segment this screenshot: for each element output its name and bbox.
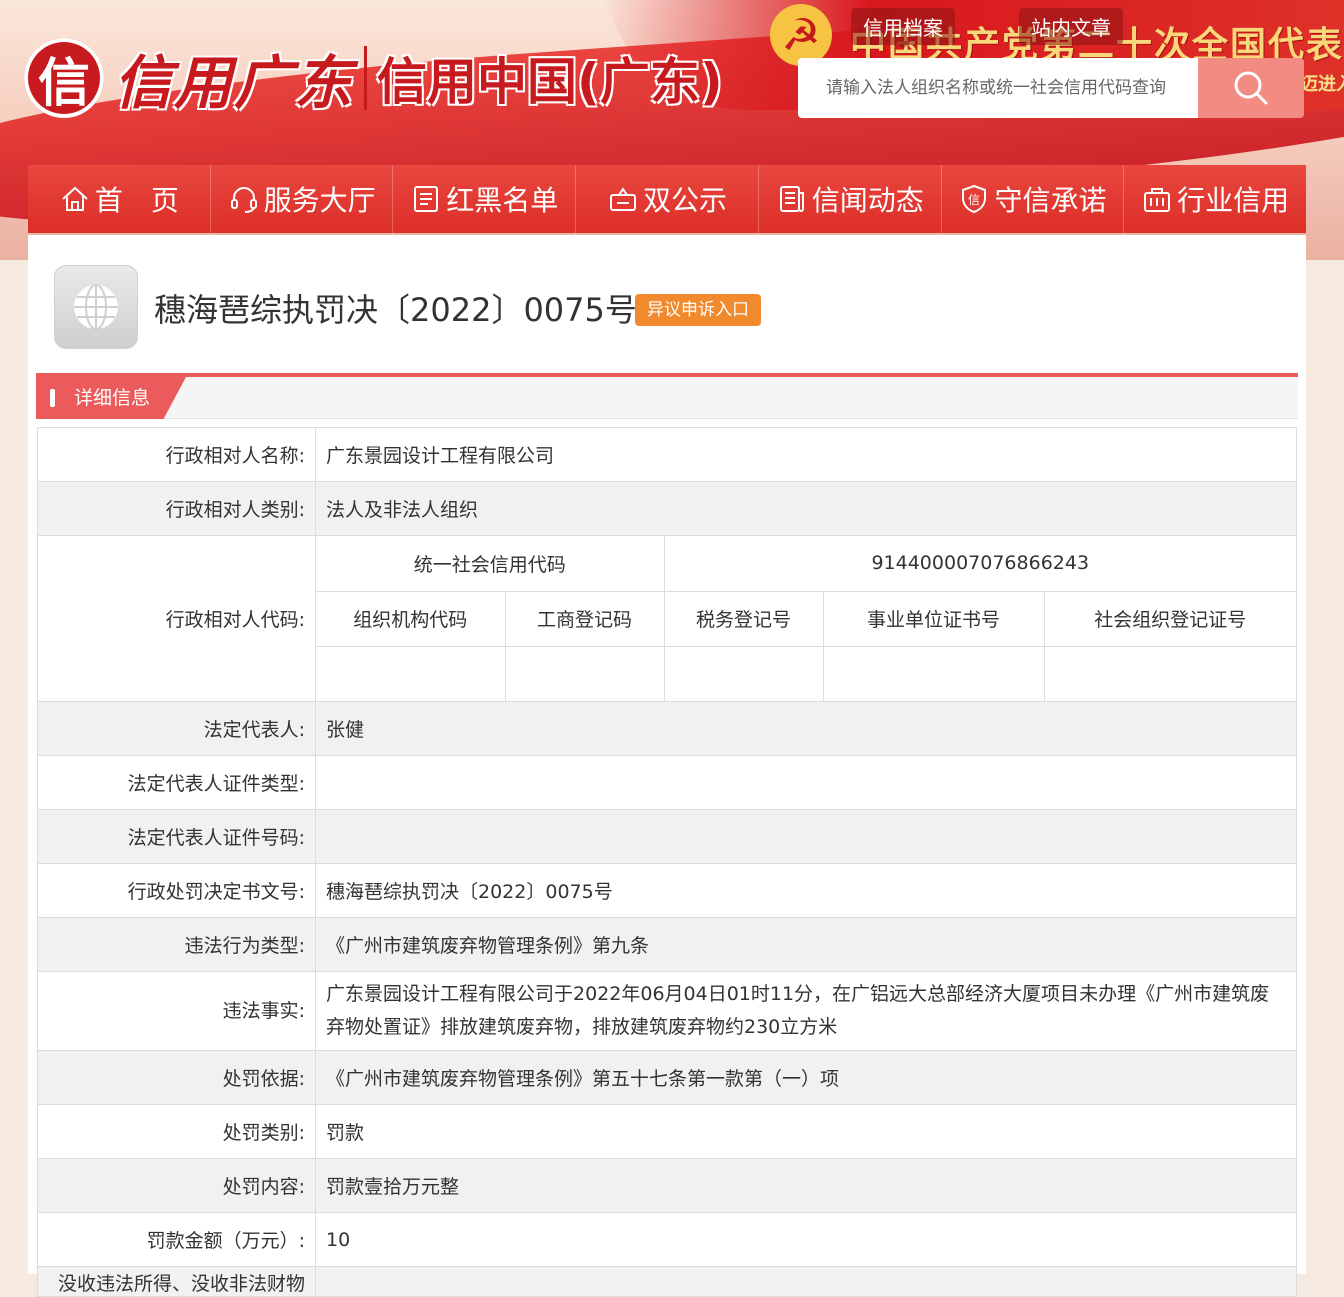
nav-item-label: 红黑名单 bbox=[446, 184, 559, 217]
business-reg-value bbox=[504, 646, 665, 701]
nav-item-label: 信闻动态 bbox=[811, 184, 924, 217]
uscc-label: 统一社会信用代码 bbox=[316, 536, 665, 592]
logo-text-xinyong-guangdong: 信用广东 bbox=[114, 49, 355, 117]
institution-cert-value bbox=[822, 646, 1045, 701]
table-row: 处罚内容: 罚款壹拾万元整 bbox=[37, 1158, 1297, 1213]
briefcase-icon bbox=[610, 187, 636, 211]
nav-item-label: 守信承诺 bbox=[994, 184, 1107, 217]
field-label: 法定代表人: bbox=[37, 701, 316, 756]
nav-item-industry-credit[interactable]: 行业信用 bbox=[1124, 165, 1306, 233]
nav-item-label: 首 页 bbox=[94, 184, 179, 217]
logo-mark-icon: 信 bbox=[24, 38, 104, 118]
field-value-name: 广东景园设计工程有限公司 bbox=[315, 427, 1297, 482]
search-input[interactable] bbox=[798, 58, 1198, 118]
table-row: 处罚依据: 《广州市建筑废弃物管理条例》第五十七条第一款第（一）项 bbox=[37, 1050, 1297, 1105]
page-title: 穗海琶综执罚决〔2022〕0075号 bbox=[154, 291, 637, 329]
field-value-legal-rep-id-type bbox=[315, 755, 1297, 810]
field-label: 行政处罚决定书文号: bbox=[37, 863, 316, 918]
table-row: 没收违法所得、没收非法财物 bbox=[37, 1266, 1297, 1297]
headset-icon bbox=[230, 187, 257, 213]
table-row: 行政处罚决定书文号: 穗海琶综执罚决〔2022〕0075号 bbox=[37, 863, 1297, 918]
site-logo[interactable]: 信 信用广东 信用中国(广东) bbox=[24, 28, 723, 128]
org-code-label: 组织机构代码 bbox=[316, 591, 506, 647]
field-label: 罚款金额（万元）: bbox=[37, 1212, 316, 1267]
nav-item-red-black-list[interactable]: 红黑名单 bbox=[393, 165, 577, 233]
nav-item-home[interactable]: 首 页 bbox=[28, 165, 211, 233]
tab-credit-archive[interactable]: 信用档案 bbox=[851, 8, 955, 49]
field-label: 没收违法所得、没收非法财物 bbox=[37, 1266, 316, 1297]
section-tab-details[interactable]: 详细信息 bbox=[36, 377, 186, 419]
table-row: 行政相对人类别: 法人及非法人组织 bbox=[37, 481, 1297, 536]
table-row: 行政相对人名称: 广东景园设计工程有限公司 bbox=[37, 427, 1297, 482]
nav-item-double-publicity[interactable]: 双公示 bbox=[576, 165, 759, 233]
tax-reg-value bbox=[663, 646, 824, 701]
table-row: 违法事实: 广东景园设计工程有限公司于2022年06月04日01时11分，在广铝… bbox=[37, 971, 1297, 1051]
field-label: 违法行为类型: bbox=[37, 917, 316, 972]
logo-text-credit-china-guangdong: 信用中国(广东) bbox=[377, 53, 723, 111]
search-button[interactable] bbox=[1198, 58, 1304, 118]
field-label: 行政相对人类别: bbox=[37, 481, 316, 536]
institution-cert-label: 事业单位证书号 bbox=[822, 591, 1045, 647]
field-value-penalty-content: 罚款壹拾万元整 bbox=[315, 1158, 1297, 1213]
table-row: 法定代表人: 张健 bbox=[37, 701, 1297, 756]
social-org-label: 社会组织登记证号 bbox=[1043, 591, 1296, 647]
shield-icon: 信 bbox=[962, 184, 987, 214]
field-value-legal-rep-id-no bbox=[315, 809, 1297, 864]
nav-item-label: 服务大厅 bbox=[263, 184, 376, 217]
search-icon bbox=[1234, 71, 1268, 105]
tax-reg-label: 税务登记号 bbox=[663, 591, 824, 647]
svg-text:信: 信 bbox=[968, 193, 980, 207]
codes-cell: 统一社会信用代码 914400007076866243 组织机构代码 工商登记码… bbox=[315, 535, 1297, 702]
list-icon bbox=[414, 186, 439, 212]
field-value-violation-type: 《广州市建筑废弃物管理条例》第九条 bbox=[315, 917, 1297, 972]
social-org-value bbox=[1043, 646, 1296, 701]
nav-item-label: 双公示 bbox=[643, 184, 728, 217]
table-row: 处罚类别: 罚款 bbox=[37, 1104, 1297, 1159]
party-emblem-icon: ☭ bbox=[770, 4, 832, 66]
building-icon bbox=[1144, 188, 1171, 212]
table-row: 法定代表人证件号码: bbox=[37, 809, 1297, 864]
field-label: 法定代表人证件号码: bbox=[37, 809, 316, 864]
uscc-value: 914400007076866243 bbox=[663, 536, 1296, 592]
field-label: 处罚依据: bbox=[37, 1050, 316, 1105]
home-icon bbox=[62, 186, 88, 211]
field-label: 行政相对人名称: bbox=[37, 427, 316, 482]
banner-slogan-sub: 迈进入 bbox=[1300, 74, 1344, 95]
field-label: 处罚类别: bbox=[37, 1104, 316, 1159]
logo-separator bbox=[364, 46, 368, 110]
table-row: 法定代表人证件类型: bbox=[37, 755, 1297, 810]
nav-item-label: 行业信用 bbox=[1177, 184, 1290, 217]
main-nav: 首 页 服务大厅 红黑名单 双公示 信闻动态 信 守信承诺 行业信用 bbox=[28, 165, 1306, 233]
nav-item-credit-commitment[interactable]: 信 守信承诺 bbox=[942, 165, 1125, 233]
nav-item-credit-news[interactable]: 信闻动态 bbox=[759, 165, 942, 233]
detail-table: 行政相对人名称: 广东景园设计工程有限公司 行政相对人类别: 法人及非法人组织 … bbox=[37, 427, 1297, 1297]
section-header: 详细信息 bbox=[36, 373, 1298, 419]
field-value-legal-rep: 张健 bbox=[315, 701, 1297, 756]
field-label: 处罚内容: bbox=[37, 1158, 316, 1213]
field-value-penalty-type: 罚款 bbox=[315, 1104, 1297, 1159]
news-icon bbox=[779, 186, 804, 212]
table-row: 罚款金额（万元）: 10 bbox=[37, 1212, 1297, 1267]
field-label: 违法事实: bbox=[37, 971, 316, 1051]
appeal-button[interactable]: 异议申诉入口 bbox=[635, 294, 761, 326]
field-value-basis: 《广州市建筑废弃物管理条例》第五十七条第一款第（一）项 bbox=[315, 1050, 1297, 1105]
field-label: 行政相对人代码: bbox=[37, 535, 316, 702]
codes-table: 统一社会信用代码 914400007076866243 组织机构代码 工商登记码… bbox=[316, 536, 1296, 701]
field-value-fine-amount: 10 bbox=[315, 1212, 1297, 1267]
field-value-category: 法人及非法人组织 bbox=[315, 481, 1297, 536]
business-reg-label: 工商登记码 bbox=[504, 591, 665, 647]
document-globe-icon bbox=[54, 265, 138, 349]
nav-item-service-hall[interactable]: 服务大厅 bbox=[211, 165, 394, 233]
field-label: 法定代表人证件类型: bbox=[37, 755, 316, 810]
org-code-value bbox=[316, 646, 506, 701]
tab-site-articles[interactable]: 站内文章 bbox=[1019, 8, 1123, 45]
field-value-next bbox=[315, 1266, 1297, 1297]
table-row: 违法行为类型: 《广州市建筑废弃物管理条例》第九条 bbox=[37, 917, 1297, 972]
table-row: 行政相对人代码: 统一社会信用代码 914400007076866243 组织机… bbox=[37, 535, 1297, 702]
field-value-decision-no: 穗海琶综执罚决〔2022〕0075号 bbox=[315, 863, 1297, 918]
field-value-violation-facts: 广东景园设计工程有限公司于2022年06月04日01时11分，在广铝远大总部经济… bbox=[315, 971, 1297, 1051]
search-tabs: 信用档案 站内文章 bbox=[851, 8, 1123, 49]
detail-panel: 穗海琶综执罚决〔2022〕0075号 异议申诉入口 详细信息 行政相对人名称: … bbox=[28, 235, 1306, 1297]
